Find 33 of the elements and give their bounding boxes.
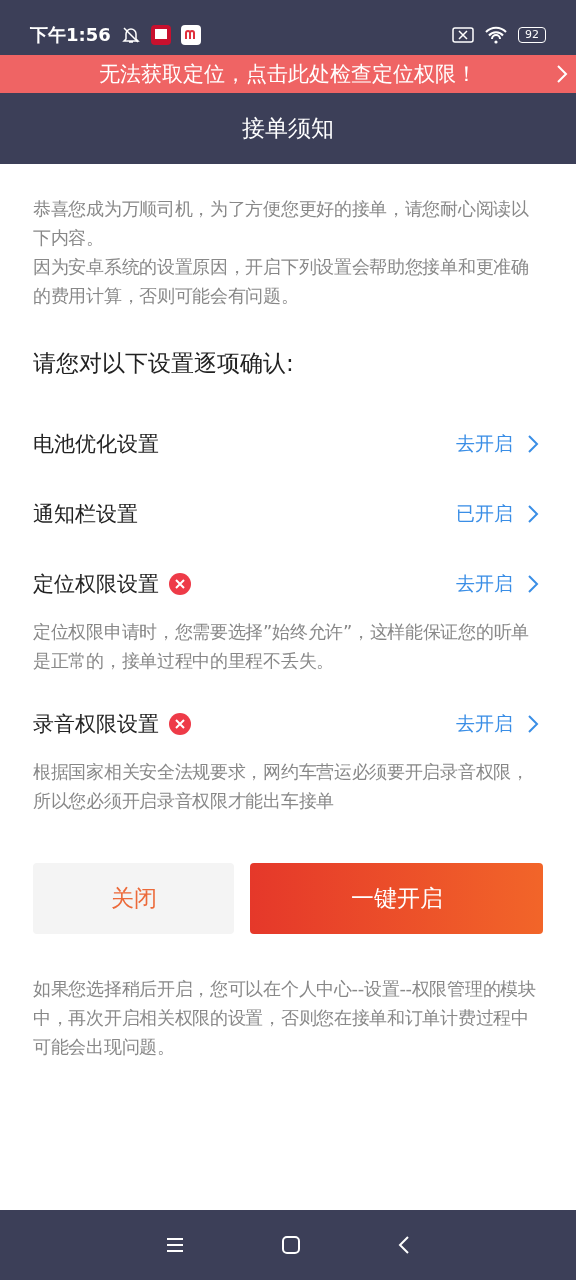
setting-note: 根据国家相关安全法规要求，网约车营运必须要开启录音权限，所以您必须开启录音权限才能出车接单: [33, 760, 530, 813]
battery-icon: 92: [518, 27, 546, 43]
setting-action-link[interactable]: 去开启: [456, 431, 539, 457]
setting-note: 定位权限申请时，您需要选择”始终允许”，这样能保证您的听单是正常的，接单过程中的里程不丢失。: [33, 620, 530, 673]
location-warning-banner[interactable]: 无法获取定位，点击此处检查定位权限！: [0, 55, 576, 93]
chevron-right-icon: [527, 434, 539, 454]
sim-icon: [452, 27, 474, 43]
wifi-icon: [484, 26, 508, 44]
menu-icon[interactable]: [166, 1237, 184, 1253]
chevron-right-icon: [556, 64, 568, 84]
app-icon: [150, 25, 171, 45]
setting-label: 录音权限设置: [33, 711, 159, 738]
back-icon[interactable]: [398, 1236, 410, 1254]
setting-label: 定位权限设置: [33, 571, 159, 598]
chevron-right-icon: [527, 714, 539, 734]
setting-action-link[interactable]: 去开启: [456, 571, 539, 597]
app-icon: [180, 25, 201, 45]
home-icon[interactable]: [282, 1236, 300, 1254]
enable-all-button[interactable]: 一键开启: [250, 863, 543, 934]
page-title: 接单须知: [241, 114, 335, 143]
setting-label: 电池优化设置: [33, 431, 159, 458]
chevron-right-icon: [527, 504, 539, 524]
close-button[interactable]: 关闭: [33, 863, 234, 934]
bell-off-icon: [120, 25, 141, 45]
intro-text: 恭喜您成为万顺司机，为了方便您更好的接单，请您耐心阅读以下内容。: [33, 197, 530, 250]
footer-text: 如果您选择稍后开启，您可以在个人中心--设置--权限管理的模块中，再次开启相关权限的设置，否则您在接单和订单计费过程中可能会出现问题。: [33, 977, 537, 1059]
intro-text: 因为安卓系统的设置原因，开启下列设置会帮助您接单和更准确的费用计算，否则可能会有问题。: [33, 255, 530, 308]
setting-label: 通知栏设置: [33, 501, 138, 528]
chevron-right-icon: [527, 574, 539, 594]
setting-action-link[interactable]: 已开启: [456, 501, 539, 527]
status-time: 下午1:56: [30, 23, 111, 47]
section-heading: 请您对以下设置逐项确认:: [33, 349, 295, 378]
setting-action-link[interactable]: 去开启: [456, 711, 539, 737]
